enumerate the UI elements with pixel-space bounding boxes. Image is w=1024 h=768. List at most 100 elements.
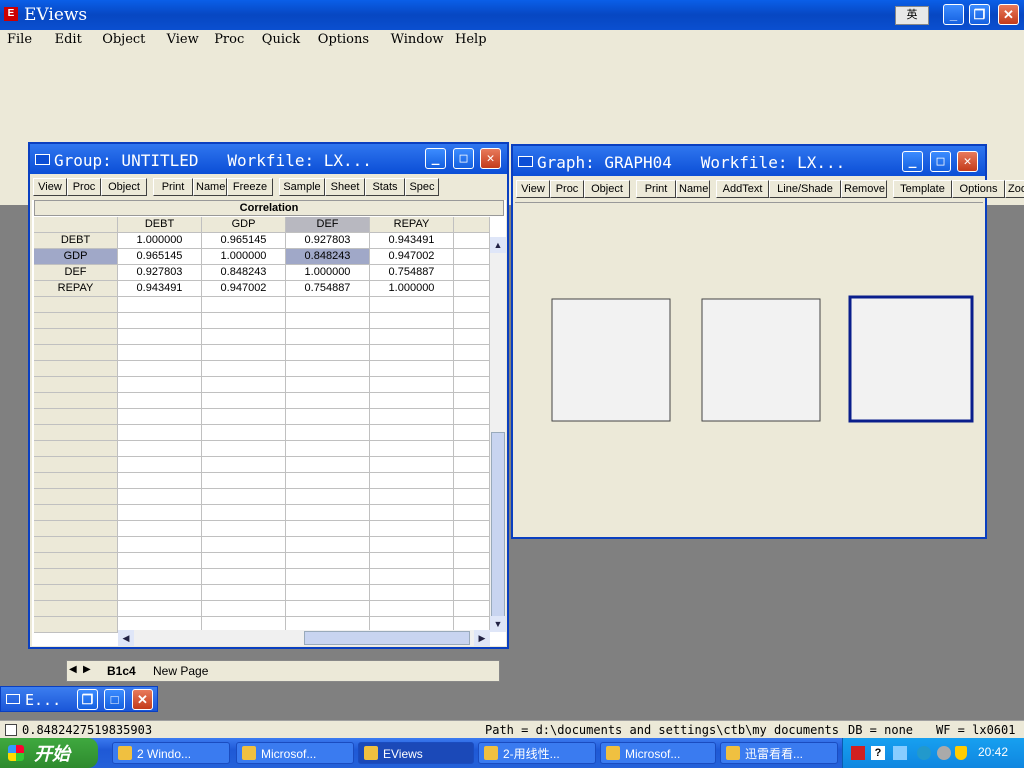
empty-cell[interactable] bbox=[34, 345, 118, 361]
empty-cell[interactable] bbox=[34, 425, 118, 441]
empty-cell[interactable] bbox=[202, 601, 286, 617]
empty-cell[interactable] bbox=[286, 505, 370, 521]
empty-cell[interactable] bbox=[202, 329, 286, 345]
empty-cell[interactable] bbox=[370, 585, 454, 601]
group-window[interactable]: Group: UNTITLED Workfile: LX... _ □ ✕ Vi… bbox=[28, 142, 509, 649]
empty-cell[interactable] bbox=[34, 297, 118, 313]
toolbar-options-button[interactable]: Options bbox=[952, 180, 1005, 198]
menu-window[interactable]: Window bbox=[391, 32, 444, 47]
empty-cell[interactable] bbox=[370, 569, 454, 585]
empty-cell[interactable] bbox=[454, 569, 490, 585]
column-header-gdp[interactable]: GDP bbox=[202, 217, 286, 233]
empty-cell[interactable] bbox=[454, 489, 490, 505]
toolbar-line-shade-button[interactable]: Line/Shade bbox=[769, 180, 841, 198]
toolbar-proc-button[interactable]: Proc bbox=[67, 178, 101, 196]
empty-cell[interactable] bbox=[34, 313, 118, 329]
graph-minimize-button[interactable]: _ bbox=[902, 151, 923, 172]
empty-cell[interactable] bbox=[286, 489, 370, 505]
empty-cell[interactable] bbox=[34, 441, 118, 457]
menu-object[interactable]: Object bbox=[102, 32, 145, 47]
row-header-gdp[interactable]: GDP bbox=[34, 249, 118, 265]
scatter-plot-frame[interactable] bbox=[848, 295, 974, 423]
tray-icon[interactable] bbox=[851, 746, 865, 760]
taskbar-item[interactable]: Microsof... bbox=[600, 742, 716, 764]
menu-options[interactable]: Options bbox=[318, 32, 369, 47]
column-header-debt[interactable]: DEBT bbox=[118, 217, 202, 233]
toolbar-print-button[interactable]: Print bbox=[636, 180, 676, 198]
empty-cell[interactable] bbox=[454, 537, 490, 553]
empty-cell[interactable] bbox=[454, 553, 490, 569]
group-minimize-button[interactable]: _ bbox=[425, 148, 446, 169]
empty-cell[interactable] bbox=[370, 313, 454, 329]
empty-cell[interactable] bbox=[34, 569, 118, 585]
menu-view[interactable]: View bbox=[167, 32, 199, 47]
empty-cell[interactable] bbox=[118, 553, 202, 569]
empty-cell[interactable] bbox=[118, 537, 202, 553]
empty-cell[interactable] bbox=[286, 457, 370, 473]
empty-cell[interactable] bbox=[454, 425, 490, 441]
empty-cell[interactable] bbox=[118, 441, 202, 457]
empty-cell[interactable] bbox=[34, 489, 118, 505]
column-header-repay[interactable]: REPAY bbox=[370, 217, 454, 233]
empty-cell[interactable] bbox=[286, 313, 370, 329]
graph-canvas[interactable] bbox=[515, 202, 983, 536]
toolbar-print-button[interactable]: Print bbox=[153, 178, 193, 196]
empty-cell[interactable] bbox=[34, 521, 118, 537]
empty-cell[interactable] bbox=[454, 473, 490, 489]
empty-cell[interactable] bbox=[370, 425, 454, 441]
table-cell[interactable]: 0.754887 bbox=[370, 265, 454, 281]
vertical-scrollbar[interactable]: ▲ ▼ bbox=[490, 237, 506, 632]
empty-cell[interactable] bbox=[370, 441, 454, 457]
minimized-maximize-button[interactable]: □ bbox=[104, 689, 125, 710]
group-maximize-button[interactable]: □ bbox=[453, 148, 474, 169]
row-header-def[interactable]: DEF bbox=[34, 265, 118, 281]
minimized-window[interactable]: E... ❐ □ ✕ bbox=[0, 686, 158, 712]
empty-cell[interactable] bbox=[454, 601, 490, 617]
status-checkbox[interactable] bbox=[5, 724, 17, 736]
toolbar-name-button[interactable]: Name bbox=[676, 180, 710, 198]
empty-cell[interactable] bbox=[286, 345, 370, 361]
toolbar-zoom-button[interactable]: Zoom bbox=[1005, 180, 1024, 198]
empty-cell[interactable] bbox=[118, 569, 202, 585]
toolbar-spec-button[interactable]: Spec bbox=[405, 178, 439, 196]
table-cell[interactable]: 0.943491 bbox=[118, 281, 202, 297]
tab-new-page[interactable]: New Page bbox=[153, 664, 208, 678]
empty-cell[interactable] bbox=[202, 425, 286, 441]
menu-edit[interactable]: Edit bbox=[55, 32, 82, 47]
vertical-scroll-thumb[interactable] bbox=[491, 432, 505, 617]
empty-cell[interactable] bbox=[454, 377, 490, 393]
taskbar-item[interactable]: 2 Windo... bbox=[112, 742, 230, 764]
empty-cell[interactable] bbox=[286, 329, 370, 345]
app-close-button[interactable]: ✕ bbox=[998, 4, 1019, 25]
empty-cell[interactable] bbox=[202, 361, 286, 377]
empty-cell[interactable] bbox=[34, 361, 118, 377]
toolbar-template-button[interactable]: Template bbox=[893, 180, 952, 198]
empty-cell[interactable] bbox=[118, 585, 202, 601]
scroll-down-arrow-icon[interactable]: ▼ bbox=[490, 616, 506, 632]
empty-cell[interactable] bbox=[202, 569, 286, 585]
empty-cell[interactable] bbox=[454, 393, 490, 409]
empty-cell[interactable] bbox=[454, 233, 490, 249]
scroll-left-arrow-icon[interactable]: ◀ bbox=[118, 630, 134, 646]
toolbar-sample-button[interactable]: Sample bbox=[279, 178, 325, 196]
empty-cell[interactable] bbox=[454, 361, 490, 377]
empty-cell[interactable] bbox=[286, 521, 370, 537]
empty-cell[interactable] bbox=[202, 393, 286, 409]
empty-cell[interactable] bbox=[34, 329, 118, 345]
empty-cell[interactable] bbox=[370, 521, 454, 537]
empty-cell[interactable] bbox=[370, 393, 454, 409]
empty-cell[interactable] bbox=[286, 473, 370, 489]
taskbar-item[interactable]: 迅雷看看... bbox=[720, 742, 838, 764]
table-cell[interactable]: 0.848243 bbox=[202, 265, 286, 281]
empty-cell[interactable] bbox=[370, 489, 454, 505]
table-cell[interactable]: 0.965145 bbox=[202, 233, 286, 249]
empty-cell[interactable] bbox=[370, 505, 454, 521]
empty-cell[interactable] bbox=[286, 409, 370, 425]
empty-cell[interactable] bbox=[370, 409, 454, 425]
toolbar-proc-button[interactable]: Proc bbox=[550, 180, 584, 198]
empty-cell[interactable] bbox=[286, 553, 370, 569]
empty-cell[interactable] bbox=[454, 457, 490, 473]
toolbar-remove-button[interactable]: Remove bbox=[841, 180, 887, 198]
empty-cell[interactable] bbox=[202, 505, 286, 521]
empty-cell[interactable] bbox=[454, 585, 490, 601]
